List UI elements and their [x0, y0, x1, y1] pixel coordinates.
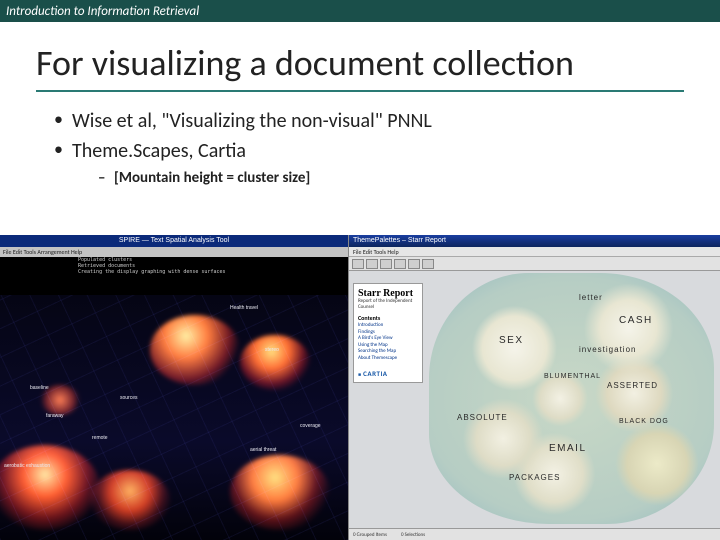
cartia-window-title: ThemePalettes – Starr Report [349, 235, 720, 247]
cartia-menu-bar: File Edit Tools Help [349, 247, 720, 257]
bullet-1: Wise et al, "Visualizing the non-visual"… [54, 106, 684, 136]
map-label: CASH [619, 315, 653, 326]
terrain-label: sources [120, 395, 138, 401]
terrain-label: aerial threat [250, 447, 276, 453]
cartia-side-panel: Starr Report Report of the Independent C… [353, 283, 423, 383]
contents-link[interactable]: About Themescape [358, 355, 418, 362]
cartia-toolbar [349, 257, 720, 271]
map-label: BLACK DOG [619, 418, 669, 425]
map-label: EMAIL [549, 443, 587, 454]
spire-log-text: Populated clusters Retrieved documents C… [78, 257, 226, 275]
map-label: BLUMENTHAL [544, 373, 601, 380]
terrain-label: remote [92, 435, 108, 441]
map-label: SEX [499, 335, 524, 346]
terrain-peak [150, 315, 240, 385]
sub-bullet-1: [Mountain height = cluster size] [98, 168, 684, 189]
map-label: ABSOLUTE [457, 413, 508, 422]
course-header-bar: Introduction to Information Retrieval [0, 0, 720, 22]
cartia-status-bar: 0 Grouped Items 0 Selections [349, 528, 720, 540]
toolbar-button[interactable] [366, 259, 378, 269]
report-subtitle: Report of the Independent Counsel [358, 299, 418, 310]
sub-bullet-list: [Mountain height = cluster size] [72, 168, 684, 189]
title-area: For visualizing a document collection [0, 22, 720, 96]
cartia-brand: CARTIA [358, 369, 418, 378]
slide-title: For visualizing a document collection [36, 44, 684, 92]
map-label: letter [579, 293, 603, 302]
terrain-label: stereo [265, 347, 279, 353]
toolbar-button[interactable] [422, 259, 434, 269]
body-area: Wise et al, "Visualizing the non-visual"… [0, 96, 720, 189]
bullet-2: Theme.Scapes, Cartia [Mountain height = … [54, 136, 684, 189]
bullet-list: Wise et al, "Visualizing the non-visual"… [36, 106, 684, 189]
map-label: investigation [579, 345, 636, 354]
toolbar-button[interactable] [352, 259, 364, 269]
terrain-label: coverage [300, 423, 321, 429]
spire-visualization: SPIRE — Text Spatial Analysis Tool File … [0, 235, 348, 540]
terrain-label: faraway [46, 413, 64, 419]
terrain-peak [240, 335, 310, 390]
toolbar-button[interactable] [394, 259, 406, 269]
figures-row: SPIRE — Text Spatial Analysis Tool File … [0, 235, 720, 540]
map-label: PACKAGES [509, 473, 560, 482]
spire-menu-bar: File Edit Tools Arrangement Help [0, 247, 348, 257]
themescape-map: letter CASH SEX investigation BLUMENTHAL… [429, 273, 714, 524]
spire-window-title: SPIRE — Text Spatial Analysis Tool [0, 235, 348, 247]
terrain-peak [90, 470, 170, 530]
toolbar-button[interactable] [408, 259, 420, 269]
terrain-peak [230, 455, 330, 530]
terrain-label: baseline [30, 385, 49, 391]
toolbar-button[interactable] [380, 259, 392, 269]
terrain-label: aerobatic exhaustion [4, 463, 50, 469]
spire-terrain: Health travel stereo baseline faraway ae… [0, 295, 348, 540]
status-grouped: 0 Grouped Items [353, 532, 387, 538]
cartia-visualization: ThemePalettes – Starr Report File Edit T… [348, 235, 720, 540]
terrain-label: Health travel [230, 305, 258, 311]
contents-heading: Contents [358, 314, 418, 322]
map-label: ASSERTED [607, 381, 658, 390]
course-header-label: Introduction to Information Retrieval [0, 4, 199, 19]
status-selections: 0 Selections [401, 532, 425, 538]
bullet-2-text: Theme.Scapes, Cartia [72, 139, 246, 163]
